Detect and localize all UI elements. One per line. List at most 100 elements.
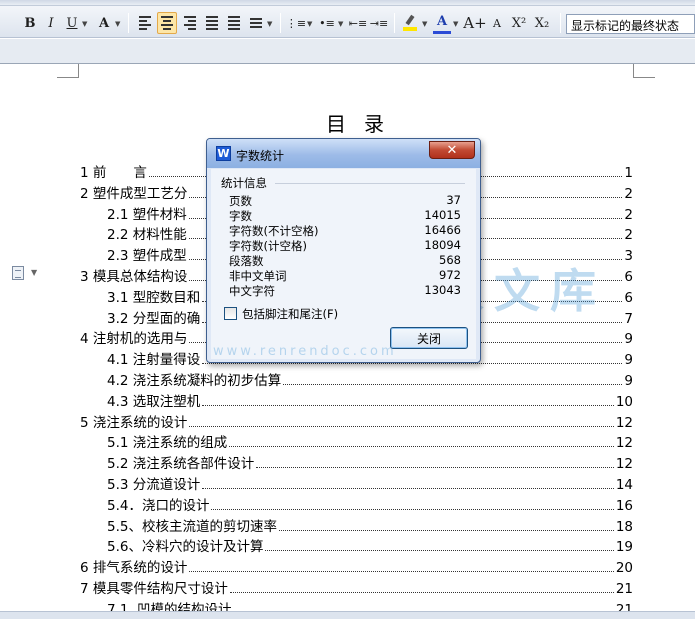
- toc-page-number: 2: [624, 206, 633, 223]
- grow-font-button[interactable]: A+: [463, 12, 486, 34]
- toc-leader-dots: [229, 592, 614, 593]
- toc-page-number: 16: [615, 497, 633, 514]
- include-footnotes-checkbox[interactable]: [224, 307, 237, 320]
- toc-entry[interactable]: 5.5、校核主流道的剪切速率 18: [107, 515, 633, 535]
- justify-icon: [206, 16, 218, 30]
- stat-value: 16466: [424, 223, 461, 237]
- stat-value: 972: [439, 268, 461, 282]
- stat-row-chars-with-spaces: 字符数(计空格) 18094: [229, 238, 461, 253]
- bold-button[interactable]: B: [22, 12, 38, 34]
- numbering-icon: ⋮≡: [285, 16, 307, 30]
- italic-button[interactable]: I: [43, 12, 59, 34]
- bullets-button[interactable]: •≡: [318, 12, 336, 34]
- distributed-align-button[interactable]: [225, 12, 243, 34]
- toc-entry-text: 2.3 塑件成型: [107, 248, 187, 265]
- stat-row-words: 字数 14015: [229, 208, 461, 223]
- increase-indent-button[interactable]: ⇥≡: [370, 12, 388, 34]
- stat-value: 18094: [424, 238, 461, 252]
- shrink-font-button[interactable]: A: [488, 12, 506, 34]
- word-count-dialog: W 字数统计 ✕ 统计信息 页数 37 字数 14015 字符数(不计空格) 1…: [206, 138, 481, 363]
- toc-page-number: 10: [615, 393, 633, 410]
- toc-page-number: 9: [624, 373, 633, 389]
- toolbar-top-strip: [0, 0, 695, 6]
- increase-indent-icon: ⇥≡: [369, 16, 389, 30]
- toc-entry[interactable]: 4.3 选取注塑机 10: [107, 390, 633, 410]
- character-dropdown-icon[interactable]: ▼: [115, 20, 120, 28]
- toc-entry[interactable]: 5.6、冷料穴的设计及计算 19: [107, 535, 633, 555]
- toc-entry-text: 2 塑件成型工艺分: [80, 185, 188, 202]
- underline-dropdown-icon[interactable]: ▼: [82, 20, 87, 28]
- toc-leader-dots: [265, 550, 614, 552]
- stat-value: 13043: [424, 283, 461, 297]
- line-spacing-dropdown-icon[interactable]: ▼: [267, 20, 272, 28]
- dialog-close-icon[interactable]: ✕: [429, 141, 475, 159]
- toolbar-separator: [394, 13, 395, 33]
- dialog-title: 字数统计: [236, 149, 285, 163]
- align-left-button[interactable]: [136, 12, 154, 34]
- toc-entry[interactable]: 5 浇注系统的设计 12: [80, 411, 633, 431]
- status-bar-edge: [0, 611, 695, 619]
- include-footnotes-label[interactable]: 包括脚注和尾注(F): [242, 306, 338, 322]
- paragraph-layout-icon[interactable]: [12, 266, 24, 280]
- toc-entry[interactable]: 5.4．浇口的设计 16: [107, 494, 633, 514]
- close-button[interactable]: 关闭: [390, 327, 468, 349]
- toc-page-number: 3: [624, 248, 633, 265]
- decrease-indent-icon: ⇤≡: [348, 16, 368, 30]
- decrease-indent-button[interactable]: ⇤≡: [349, 12, 367, 34]
- toolbar-separator: [560, 13, 561, 33]
- superscript-button[interactable]: X²: [509, 12, 529, 34]
- justify-button[interactable]: [203, 12, 221, 34]
- line-spacing-button[interactable]: [247, 12, 265, 34]
- highlight-button[interactable]: [400, 12, 420, 34]
- toc-entry[interactable]: 5.1 浇注系统的组成 12: [107, 431, 633, 451]
- statistics-group-label: 统计信息: [221, 175, 270, 191]
- toc-entry[interactable]: 7 模具零件结构尺寸设计 21: [80, 577, 633, 597]
- toc-entry-text: 4.1 注射量得设: [107, 352, 201, 369]
- toc-page-number: 19: [615, 539, 633, 556]
- toc-leader-dots: [211, 508, 614, 510]
- toc-entry[interactable]: 5.2 浇注系统各部件设计 12: [107, 452, 633, 472]
- numbering-button[interactable]: ⋮≡: [285, 12, 307, 34]
- toc-entry-text: 5.2 浇注系统各部件设计: [107, 456, 255, 473]
- stat-label: 字数: [229, 209, 252, 223]
- toc-entry[interactable]: 4.2 浇注系统凝料的初步估算 9: [107, 369, 633, 389]
- toc-page-number: 12: [615, 414, 633, 431]
- toc-page-number: 18: [615, 518, 633, 535]
- font-color-dropdown-icon[interactable]: ▼: [453, 20, 458, 28]
- paragraph-layout-dropdown-icon[interactable]: ▼: [31, 268, 37, 277]
- align-right-icon: [184, 16, 196, 30]
- stat-label: 中文字符: [229, 284, 275, 298]
- stat-row-non-chinese-words: 非中文单词 972: [229, 268, 461, 283]
- bullets-dropdown-icon[interactable]: ▼: [338, 20, 343, 28]
- toc-page-number: 6: [624, 269, 633, 285]
- stat-value: 14015: [424, 208, 461, 222]
- toc-page-number: 6: [624, 289, 633, 306]
- subscript-button[interactable]: X₂: [532, 12, 552, 34]
- toc-entry-text: 3 模具总体结构设: [80, 269, 188, 285]
- align-center-icon: [161, 16, 173, 30]
- toc-page-number: 2: [624, 227, 633, 244]
- highlight-dropdown-icon[interactable]: ▼: [422, 20, 427, 28]
- toc-entry-text: 1 前 言: [80, 165, 147, 181]
- toc-entry[interactable]: 5.3 分流道设计 14: [107, 473, 633, 493]
- dialog-title-bar[interactable]: W 字数统计 ✕: [207, 139, 480, 168]
- character-shading-button[interactable]: A: [95, 12, 113, 34]
- toc-leader-dots: [278, 529, 614, 531]
- underline-button[interactable]: U: [64, 12, 80, 34]
- stat-row-chinese-chars: 中文字符 13043: [229, 283, 461, 298]
- toc-leader-dots: [202, 363, 623, 365]
- page-corner-mark-right: [633, 64, 655, 78]
- stat-value: 37: [446, 193, 461, 207]
- toolbar-separator: [280, 13, 281, 33]
- numbering-dropdown-icon[interactable]: ▼: [307, 20, 312, 28]
- dialog-body: 统计信息 页数 37 字数 14015 字符数(不计空格) 16466 字符数(…: [211, 169, 476, 359]
- toc-entry[interactable]: 6 排气系统的设计 20: [80, 556, 633, 576]
- align-right-button[interactable]: [181, 12, 199, 34]
- highlighter-icon: [403, 14, 417, 31]
- align-center-button[interactable]: [157, 12, 177, 34]
- toc-leader-dots: [256, 467, 614, 469]
- markup-state-dropdown[interactable]: 显示标记的最终状态: [566, 14, 695, 34]
- font-color-button[interactable]: A: [433, 12, 451, 34]
- stat-label: 段落数: [229, 254, 264, 268]
- toc-leader-dots: [229, 446, 614, 448]
